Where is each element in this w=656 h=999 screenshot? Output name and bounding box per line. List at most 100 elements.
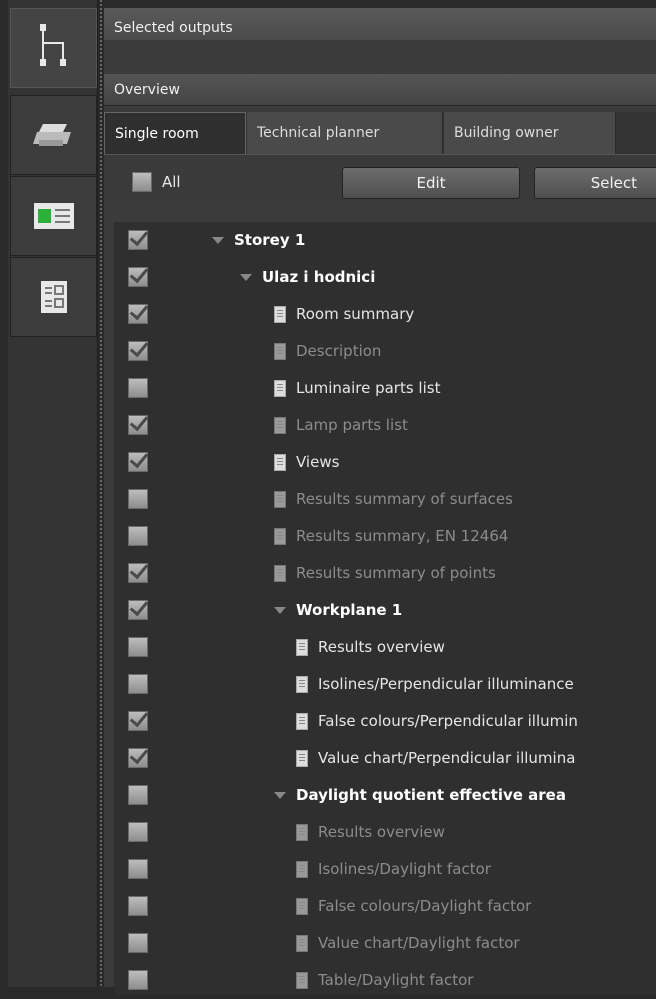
document-icon bbox=[296, 898, 308, 915]
item-checkbox[interactable] bbox=[128, 970, 148, 990]
tree-item-label: Description bbox=[296, 342, 382, 360]
tab-bar: Single room Technical planner Building o… bbox=[104, 112, 656, 155]
item-checkbox[interactable] bbox=[128, 489, 148, 509]
item-checkbox[interactable] bbox=[128, 341, 148, 361]
tree-item-label: Luminaire parts list bbox=[296, 379, 441, 397]
expand-arrow-icon[interactable] bbox=[274, 792, 286, 799]
tree-item-label: Views bbox=[296, 453, 340, 471]
tree-item-row[interactable]: Luminaire parts list bbox=[114, 370, 656, 407]
tree-item-row[interactable]: Views bbox=[114, 444, 656, 481]
tree-item-label: Isolines/Perpendicular illuminance bbox=[318, 675, 574, 693]
item-checkbox[interactable] bbox=[128, 859, 148, 879]
tree-item-row[interactable]: False colours/Daylight factor bbox=[114, 888, 656, 925]
tab-label: Building owner bbox=[454, 125, 559, 141]
item-checkbox[interactable] bbox=[128, 230, 148, 250]
document-icon bbox=[296, 713, 308, 730]
item-checkbox[interactable] bbox=[128, 822, 148, 842]
tree-item-row[interactable]: Value chart/Daylight factor bbox=[114, 925, 656, 962]
document-icon bbox=[274, 454, 286, 471]
document-icon bbox=[274, 417, 286, 434]
tree-item-label: Isolines/Daylight factor bbox=[318, 860, 491, 878]
all-label: All bbox=[162, 173, 181, 191]
tab-technical-planner[interactable]: Technical planner bbox=[247, 112, 443, 154]
tree-item-row[interactable]: Lamp parts list bbox=[114, 407, 656, 444]
splitter[interactable] bbox=[100, 0, 102, 987]
tree-item-row[interactable]: Results overview bbox=[114, 814, 656, 851]
tree-item-row[interactable]: False colours/Perpendicular illumin bbox=[114, 703, 656, 740]
tree-item-label: Results overview bbox=[318, 823, 445, 841]
all-checkbox[interactable] bbox=[132, 172, 152, 192]
tree-item-label: Daylight quotient effective area bbox=[296, 786, 566, 804]
project-tree-icon bbox=[39, 24, 66, 66]
expand-arrow-icon[interactable] bbox=[240, 274, 252, 281]
tree-item-row[interactable]: Results summary of surfaces bbox=[114, 481, 656, 518]
item-checkbox[interactable] bbox=[128, 563, 148, 583]
item-checkbox[interactable] bbox=[128, 748, 148, 768]
edit-button[interactable]: Edit bbox=[342, 167, 520, 199]
tree-item-row[interactable]: Results summary of points bbox=[114, 555, 656, 592]
project-tree-button[interactable] bbox=[10, 8, 97, 88]
tree-item-label: Results summary of surfaces bbox=[296, 490, 513, 508]
document-icon bbox=[274, 306, 286, 323]
printer-icon bbox=[32, 124, 71, 146]
tree-group-row[interactable]: Ulaz i hodnici bbox=[114, 259, 656, 296]
tree-item-label: Ulaz i hodnici bbox=[262, 268, 376, 286]
document-icon bbox=[274, 380, 286, 397]
item-checkbox[interactable] bbox=[128, 415, 148, 435]
item-checkbox[interactable] bbox=[128, 785, 148, 805]
tab-building-owner[interactable]: Building owner bbox=[444, 112, 616, 154]
output-list-button[interactable] bbox=[10, 176, 97, 256]
tree-item-label: False colours/Perpendicular illumin bbox=[318, 712, 578, 730]
document-icon bbox=[274, 565, 286, 582]
document-icon bbox=[296, 935, 308, 952]
output-toolbar: All Edit Select bbox=[104, 156, 656, 206]
tree-item-row[interactable]: Isolines/Daylight factor bbox=[114, 851, 656, 888]
item-checkbox[interactable] bbox=[128, 711, 148, 731]
item-checkbox[interactable] bbox=[128, 933, 148, 953]
output-list-icon bbox=[33, 203, 74, 229]
report-pages-icon bbox=[40, 281, 67, 313]
item-checkbox[interactable] bbox=[128, 267, 148, 287]
tree-item-label: Lamp parts list bbox=[296, 416, 408, 434]
item-checkbox[interactable] bbox=[128, 526, 148, 546]
tree-item-label: Storey 1 bbox=[234, 231, 306, 249]
tree-item-label: False colours/Daylight factor bbox=[318, 897, 532, 915]
document-icon bbox=[296, 639, 308, 656]
document-icon bbox=[296, 750, 308, 767]
item-checkbox[interactable] bbox=[128, 674, 148, 694]
tab-label: Technical planner bbox=[257, 125, 380, 141]
document-icon bbox=[274, 343, 286, 360]
document-icon bbox=[296, 824, 308, 841]
tree-item-row[interactable]: Results overview bbox=[114, 629, 656, 666]
tab-single-room[interactable]: Single room bbox=[104, 112, 246, 154]
item-checkbox[interactable] bbox=[128, 452, 148, 472]
output-tree: Storey 1 Ulaz i hodnici Room summary Descri… bbox=[114, 222, 656, 995]
item-checkbox[interactable] bbox=[128, 600, 148, 620]
select-button[interactable]: Select bbox=[534, 167, 656, 199]
item-checkbox[interactable] bbox=[128, 637, 148, 657]
tree-item-row[interactable]: Table/Daylight factor bbox=[114, 962, 656, 999]
document-icon bbox=[274, 528, 286, 545]
tree-item-label: Results summary, EN 12464 bbox=[296, 527, 509, 545]
item-checkbox[interactable] bbox=[128, 304, 148, 324]
tree-item-row[interactable]: Results summary, EN 12464 bbox=[114, 518, 656, 555]
tree-item-label: Value chart/Daylight factor bbox=[318, 934, 520, 952]
expand-arrow-icon[interactable] bbox=[212, 237, 224, 244]
expand-arrow-icon[interactable] bbox=[274, 607, 286, 614]
tree-item-row[interactable]: Value chart/Perpendicular illumina bbox=[114, 740, 656, 777]
tab-label: Single room bbox=[115, 126, 199, 142]
item-checkbox[interactable] bbox=[128, 896, 148, 916]
tree-group-row[interactable]: Workplane 1 bbox=[114, 592, 656, 629]
print-button[interactable] bbox=[10, 95, 97, 175]
report-pages-button[interactable] bbox=[10, 257, 97, 337]
item-checkbox[interactable] bbox=[128, 378, 148, 398]
tree-group-row[interactable]: Storey 1 bbox=[114, 222, 656, 259]
tree-item-label: Value chart/Perpendicular illumina bbox=[318, 749, 576, 767]
tree-item-row[interactable]: Description bbox=[114, 333, 656, 370]
tree-item-row[interactable]: Isolines/Perpendicular illuminance bbox=[114, 666, 656, 703]
left-toolbar bbox=[8, 0, 98, 987]
tree-group-row[interactable]: Daylight quotient effective area bbox=[114, 777, 656, 814]
tree-item-row[interactable]: Room summary bbox=[114, 296, 656, 333]
document-icon bbox=[296, 861, 308, 878]
overview-header: Overview bbox=[104, 74, 656, 106]
